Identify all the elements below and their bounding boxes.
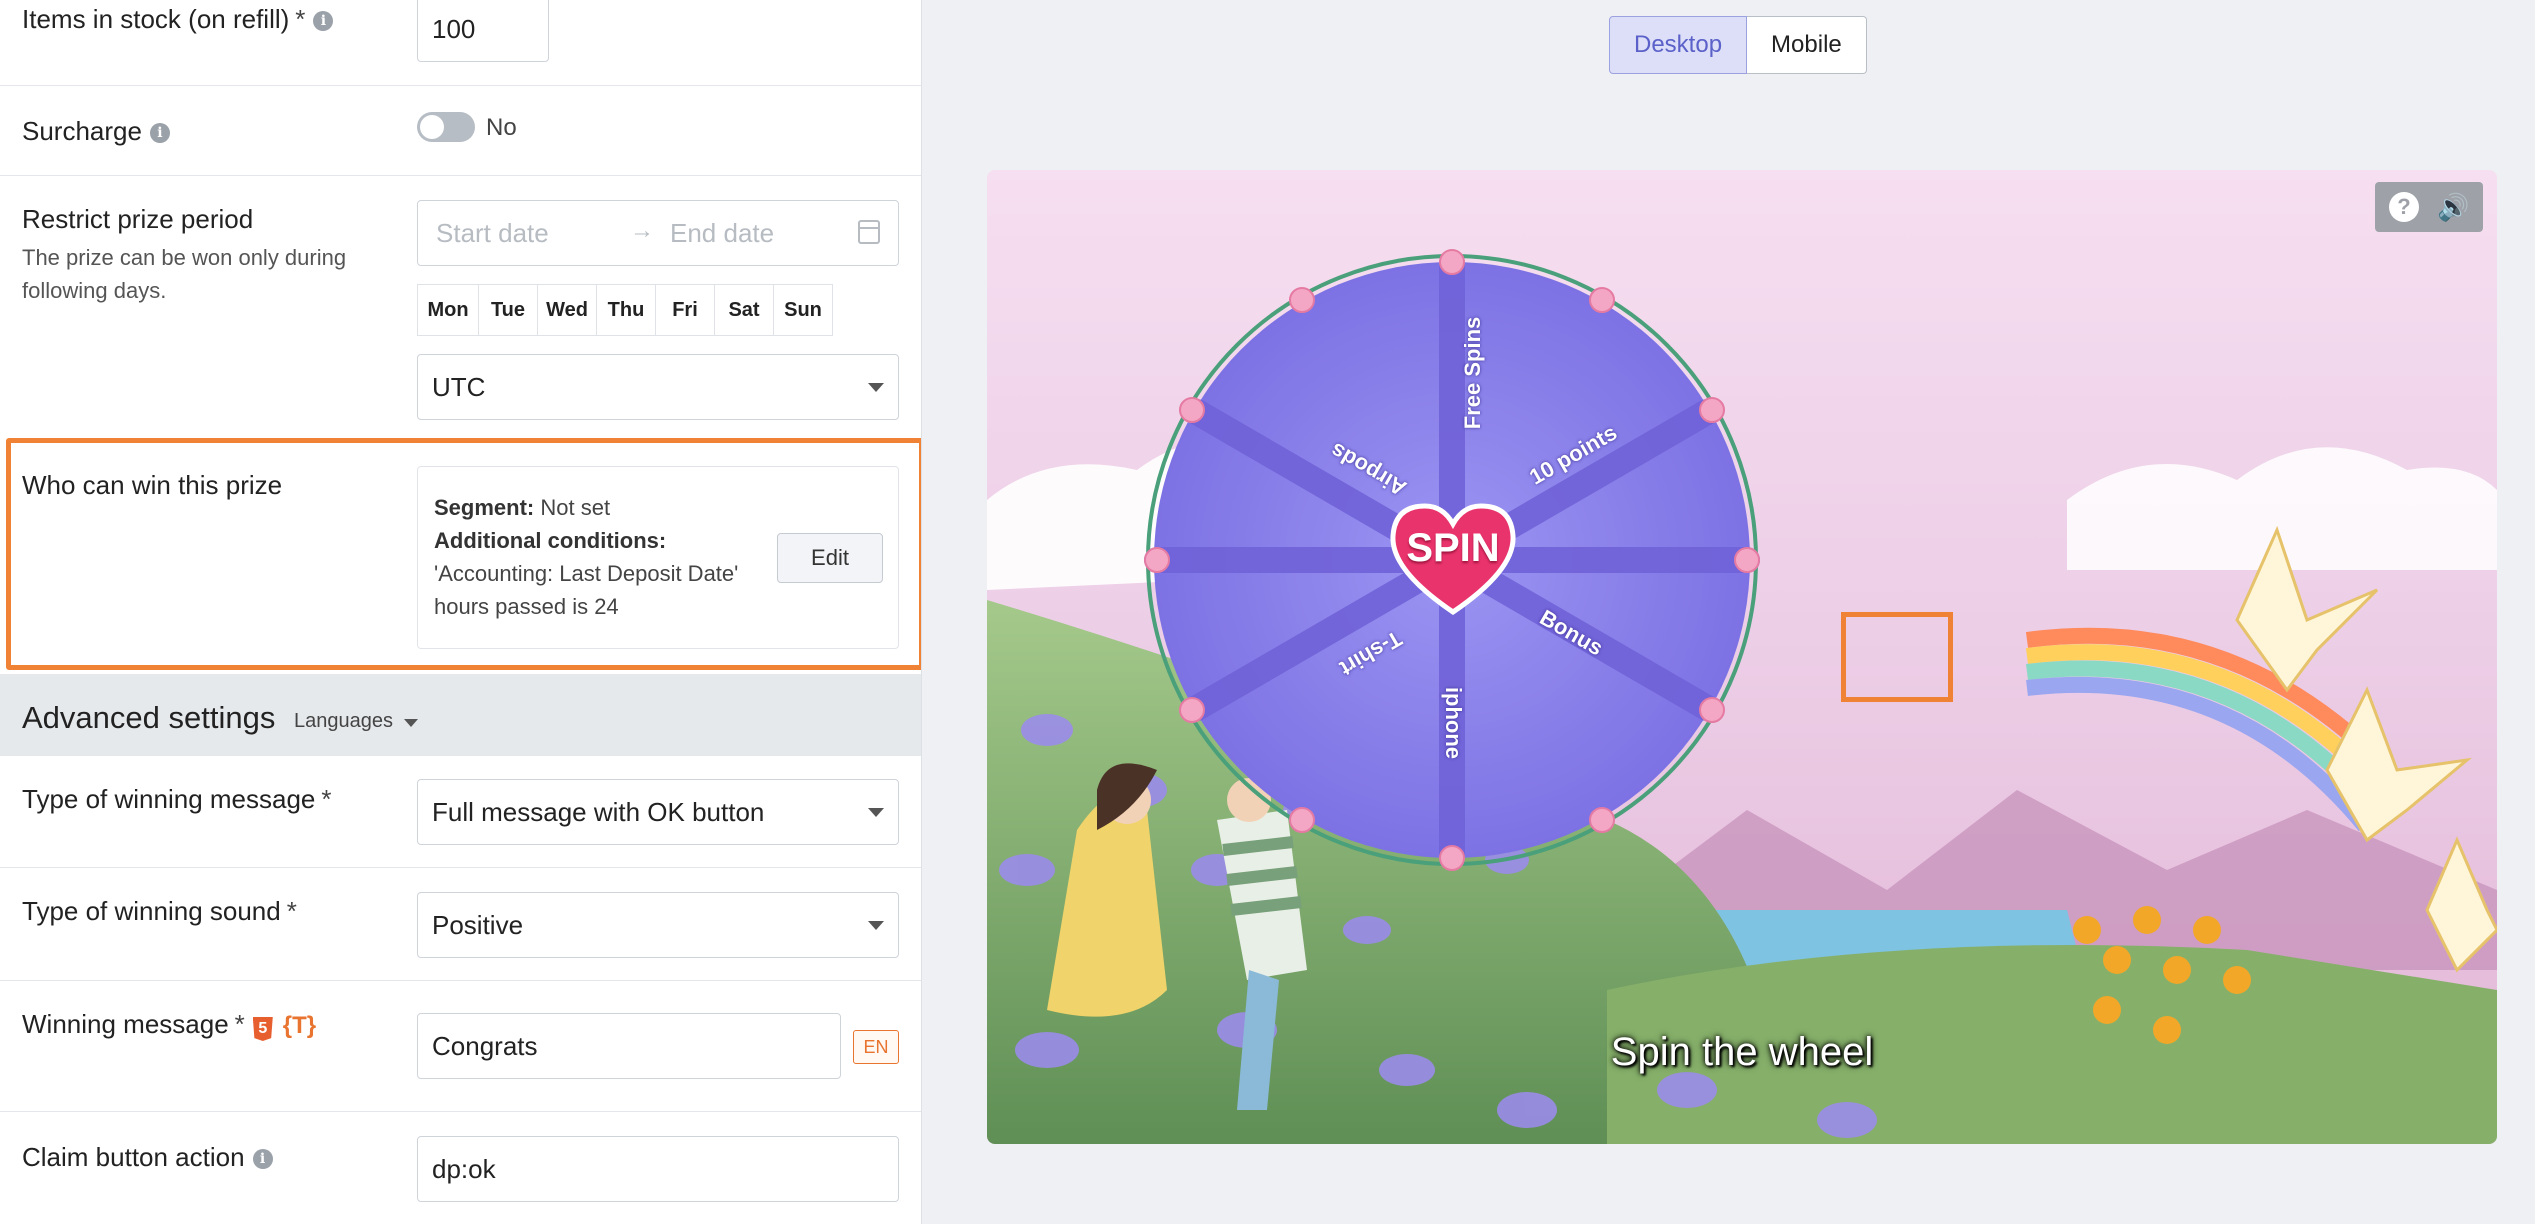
calendar-icon[interactable] — [858, 220, 880, 244]
tab-desktop[interactable]: Desktop — [1609, 16, 1748, 74]
language-badge[interactable]: EN — [853, 1030, 899, 1064]
end-date-input[interactable]: End date — [670, 218, 774, 249]
day-sat[interactable]: Sat — [714, 284, 774, 336]
spin-the-wheel-caption: Spin the wheel — [1610, 1030, 1874, 1074]
wheel-segment-label: iphone — [1441, 686, 1467, 760]
advanced-settings-title: Advanced settings — [22, 700, 276, 735]
html5-icon[interactable]: 5 — [252, 1017, 273, 1041]
day-tue[interactable]: Tue — [478, 284, 538, 336]
advanced-settings-header: Advanced settings Languages — [0, 674, 921, 756]
surcharge-toggle-state: No — [486, 114, 517, 141]
bonus-segment-highlight — [1841, 612, 1953, 702]
info-icon[interactable]: i — [149, 123, 170, 143]
date-range-picker[interactable]: Start date → End date — [417, 200, 899, 266]
conditions-value-1: 'Accounting: Last Deposit Date' — [434, 561, 739, 586]
who-can-win-card: Segment: Not set Additional conditions: … — [417, 466, 899, 649]
prize-settings-form: Items in stock (on refill) * i 100 Surchar… — [0, 0, 922, 1224]
winning-message-type-label: Type of winning message * — [22, 784, 332, 814]
arrow-right-icon: → — [630, 217, 654, 244]
items-in-stock-input[interactable]: 100 — [417, 0, 549, 62]
winning-sound-label: Type of winning sound * — [22, 896, 297, 926]
winning-message-input[interactable]: Congrats — [417, 1013, 841, 1079]
languages-dropdown[interactable]: Languages — [294, 710, 393, 733]
restrict-period-label: Restrict prize period — [22, 204, 254, 234]
tab-mobile[interactable]: Mobile — [1747, 16, 1867, 74]
template-variables-icon[interactable]: {T} — [283, 1012, 316, 1039]
timezone-select[interactable]: UTC — [417, 354, 899, 420]
chevron-down-icon — [868, 808, 884, 817]
items-in-stock-row: Items in stock (on refill) * i 100 — [0, 0, 921, 86]
claim-action-input[interactable]: dp:ok — [417, 1136, 899, 1202]
weekday-selector: Mon Tue Wed Thu Fri Sat Sun — [417, 284, 833, 336]
wheel-preview: Free Spins 10 points Bonus iphone T-shir… — [987, 170, 2497, 1144]
winning-message-label: Winning message * 5 {T} — [22, 1009, 317, 1041]
who-can-win-label: Who can win this prize — [22, 470, 283, 500]
day-wed[interactable]: Wed — [537, 284, 597, 336]
day-mon[interactable]: Mon — [417, 284, 479, 336]
conditions-label: Additional conditions: — [434, 528, 667, 553]
spin-button[interactable]: SPIN — [1387, 500, 1519, 618]
winning-sound-select[interactable]: Positive — [417, 892, 899, 958]
restrict-period-description: The prize can be won only during followi… — [22, 245, 347, 303]
items-in-stock-label: Items in stock (on refill) * i — [22, 4, 334, 35]
winning-message-type-select[interactable]: Full message with OK button — [417, 779, 899, 845]
device-toggle: Desktop Mobile — [1609, 16, 1867, 74]
edit-conditions-button[interactable]: Edit — [777, 533, 883, 583]
help-sound-controls: ? 🔊 — [2375, 182, 2483, 232]
info-icon[interactable]: i — [252, 1149, 273, 1169]
day-sun[interactable]: Sun — [773, 284, 833, 336]
wheel-segment-label: Free Spins — [1460, 316, 1486, 430]
claim-action-label: Claim button action i — [22, 1142, 273, 1173]
conditions-value-2: hours passed is 24 — [434, 594, 619, 619]
speaker-icon[interactable]: 🔊 — [2437, 192, 2469, 222]
chevron-down-icon — [868, 921, 884, 930]
day-thu[interactable]: Thu — [596, 284, 656, 336]
start-date-input[interactable]: Start date — [436, 218, 549, 249]
info-icon[interactable]: i — [313, 11, 334, 31]
day-fri[interactable]: Fri — [655, 284, 715, 336]
help-icon[interactable]: ? — [2389, 192, 2419, 222]
chevron-down-icon — [868, 383, 884, 392]
segment-line: Segment: Not set — [434, 495, 611, 520]
surcharge-toggle[interactable] — [417, 112, 475, 142]
chevron-down-icon[interactable] — [404, 719, 418, 727]
preview-scene — [987, 170, 2497, 1144]
surcharge-label: Surcharge i — [22, 116, 170, 147]
toggle-knob — [420, 115, 444, 139]
spin-label: SPIN — [1406, 526, 1500, 570]
